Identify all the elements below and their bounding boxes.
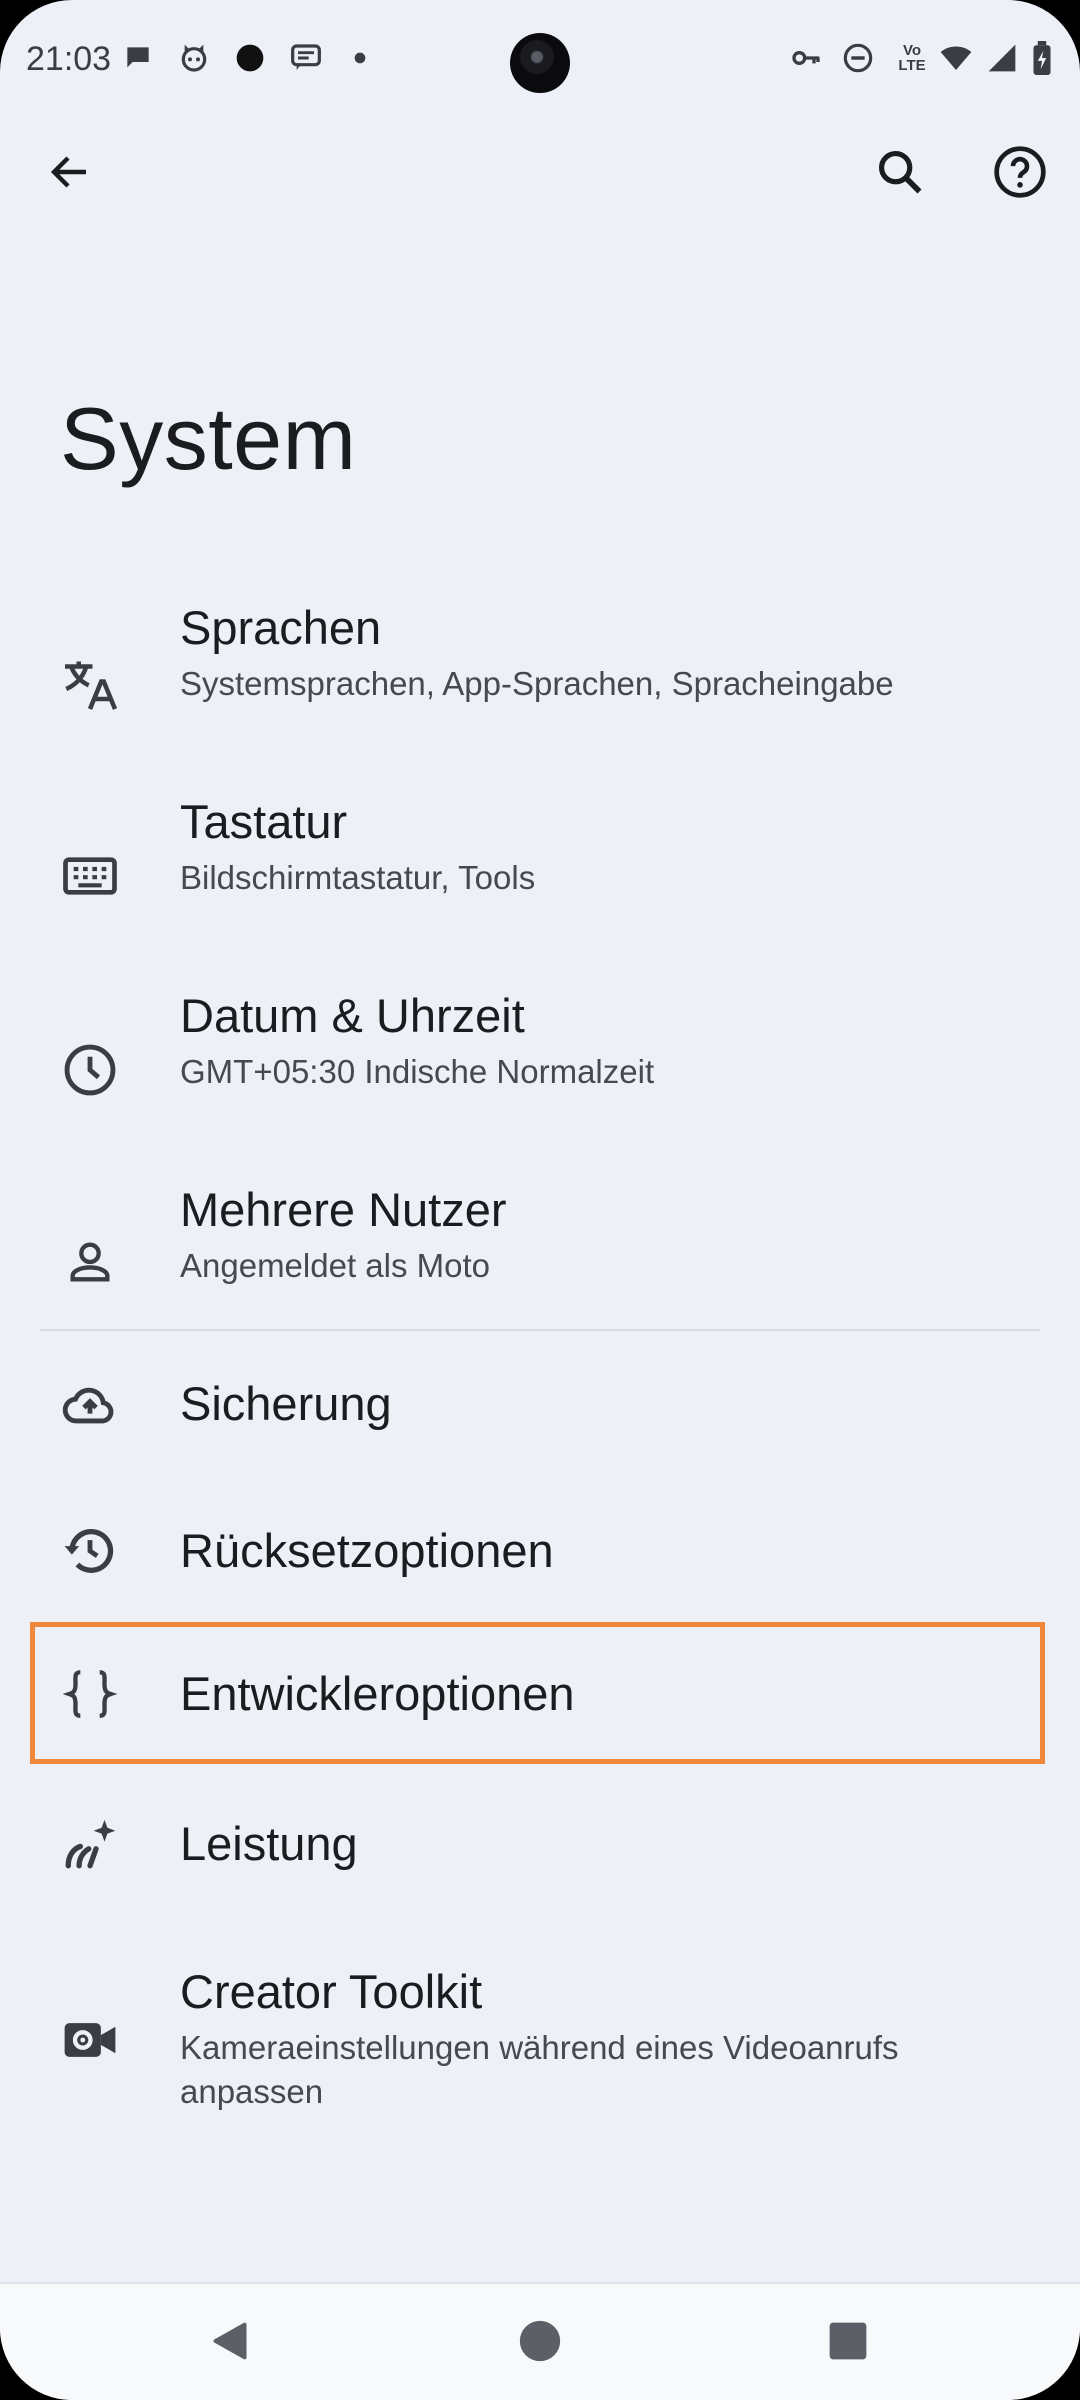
back-button[interactable]	[26, 130, 114, 218]
history-icon	[56, 1517, 124, 1585]
cat-face-icon	[178, 42, 210, 74]
nav-home-icon	[518, 2319, 562, 2368]
item-summary: Systemsprachen, App-Sprachen, Spracheing…	[180, 665, 894, 702]
settings-item-sprachen[interactable]: Sprachen Systemsprachen, App-Sprachen, S…	[0, 590, 1080, 770]
item-summary: GMT+05:30 Indische Normalzeit	[180, 1053, 655, 1090]
volte-label-bottom: LTE	[898, 57, 926, 74]
cell-signal-icon	[986, 42, 1018, 74]
nav-home-button[interactable]	[505, 2308, 575, 2378]
navigation-bar	[0, 2282, 1080, 2400]
chat-bubble-icon	[122, 42, 154, 74]
nav-recents-icon	[827, 2320, 869, 2367]
clock-icon	[56, 1036, 124, 1104]
search-icon	[874, 146, 926, 203]
volte-label-top: Vo	[902, 42, 922, 59]
status-bar: 21:03 Vo LTE	[0, 0, 1080, 124]
item-title: Sicherung	[180, 1377, 392, 1430]
settings-item-sicherung[interactable]: Sicherung	[0, 1340, 1080, 1470]
item-title: Mehrere Nutzer	[180, 1183, 507, 1236]
cloud-upload-icon	[56, 1370, 124, 1438]
item-title: Creator Toolkit	[180, 1965, 483, 2018]
settings-item-datum-uhrzeit[interactable]: Datum & Uhrzeit GMT+05:30 Indische Norma…	[0, 978, 1080, 1158]
settings-item-creator-toolkit[interactable]: Creator Toolkit Kameraeinstellungen währ…	[0, 1954, 1080, 2134]
item-summary: Angemeldet als Moto	[180, 1247, 491, 1284]
status-time: 21:03	[26, 40, 112, 78]
vpn-key-icon	[790, 42, 822, 74]
video-settings-icon	[56, 2006, 124, 2074]
section-divider	[40, 1329, 1040, 1331]
keyboard-icon	[56, 842, 124, 910]
settings-item-ruecksetzoptionen[interactable]: Rücksetzoptionen	[0, 1487, 1080, 1617]
item-summary: Kameraeinstellungen während eines Videoa…	[180, 2029, 899, 2110]
person-icon	[56, 1228, 124, 1296]
messages-icon	[290, 42, 322, 74]
small-dot-icon	[344, 42, 376, 74]
item-title: Rücksetzoptionen	[180, 1524, 554, 1577]
volte-icon: Vo LTE	[892, 42, 932, 74]
page-title: System	[60, 389, 357, 488]
search-button[interactable]	[856, 130, 944, 218]
dot-filled-icon	[234, 42, 266, 74]
nav-back-button[interactable]	[195, 2308, 265, 2378]
wifi-icon	[940, 42, 972, 74]
performance-icon	[56, 1810, 124, 1878]
item-title: Tastatur	[180, 795, 348, 848]
settings-item-tastatur[interactable]: Tastatur Bildschirmtastatur, Tools	[0, 784, 1080, 964]
item-title: Leistung	[180, 1817, 358, 1870]
item-title: Datum & Uhrzeit	[180, 989, 525, 1042]
highlight-box	[30, 1622, 1045, 1764]
nav-back-icon	[208, 2319, 252, 2368]
item-summary: Bildschirmtastatur, Tools	[180, 859, 536, 896]
front-camera	[510, 33, 570, 93]
help-icon	[992, 144, 1048, 205]
battery-icon	[1030, 41, 1054, 75]
arrow-back-icon	[46, 148, 94, 201]
settings-item-leistung[interactable]: Leistung	[0, 1780, 1080, 1910]
nav-recents-button[interactable]	[813, 2308, 883, 2378]
translate-icon	[56, 650, 124, 718]
help-button[interactable]	[976, 130, 1064, 218]
screen: 21:03 Vo LTE System Sprachen Systemsprac…	[0, 0, 1080, 2400]
item-title: Sprachen	[180, 601, 382, 654]
settings-item-mehrere-nutzer[interactable]: Mehrere Nutzer Angemeldet als Moto	[0, 1172, 1080, 1322]
do-not-disturb-icon	[842, 42, 874, 74]
